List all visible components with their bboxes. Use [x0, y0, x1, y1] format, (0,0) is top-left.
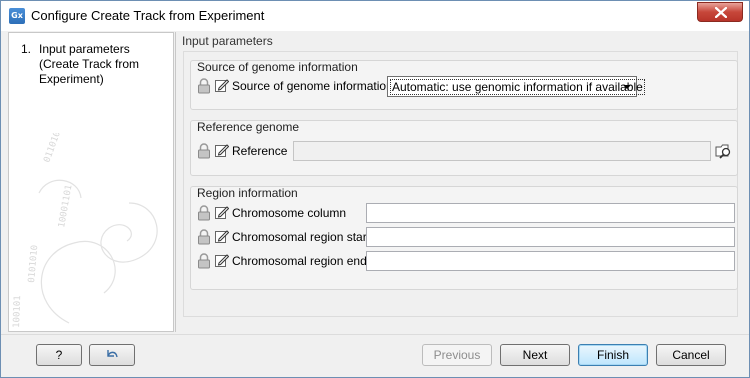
undo-arrow-icon	[107, 350, 118, 358]
app-icon: Gx	[9, 8, 25, 24]
close-button[interactable]	[697, 2, 743, 22]
page-title: Input parameters	[182, 34, 273, 48]
region-start-label: Chromosomal region start	[232, 230, 371, 244]
selected-value: Automatic: use genomic information if av…	[390, 79, 645, 95]
lock-icon[interactable]	[197, 143, 211, 159]
title-bar[interactable]: Gx Configure Create Track from Experimen…	[1, 1, 749, 31]
group-title: Region information	[197, 186, 298, 200]
svg-text:0110100: 0110100	[42, 133, 64, 164]
svg-text:0101010: 0101010	[27, 245, 40, 284]
close-icon	[715, 7, 727, 18]
edit-icon[interactable]	[215, 143, 229, 157]
browse-folder-icon[interactable]	[715, 142, 733, 160]
group-title: Reference genome	[197, 120, 300, 134]
reference-input[interactable]	[293, 141, 711, 161]
finish-button[interactable]: Finish	[578, 344, 648, 366]
step-label: Input parameters (Create Track from Expe…	[39, 42, 140, 86]
next-button[interactable]: Next	[500, 344, 570, 366]
help-button[interactable]: ?	[36, 344, 82, 366]
lock-icon[interactable]	[197, 253, 211, 269]
region-start-input[interactable]	[366, 227, 735, 247]
reference-label: Reference	[232, 144, 288, 158]
svg-text:10001101: 10001101	[57, 184, 74, 228]
previous-button[interactable]: Previous	[422, 344, 492, 366]
chevron-down-icon	[623, 85, 631, 89]
region-end-row: Chromosomal region end	[197, 251, 737, 271]
chromosome-column-input[interactable]	[366, 203, 735, 223]
decorative-spiral-icon: 0110100 10001101 0101010 100101	[12, 133, 158, 328]
dialog-window: Gx Configure Create Track from Experimen…	[0, 0, 750, 378]
wizard-steps-panel: 1. Input parameters (Create Track from E…	[8, 32, 174, 332]
source-of-genome-select[interactable]: Automatic: use genomic information if av…	[387, 76, 645, 97]
source-row: Source of genome information Automatic: …	[197, 76, 737, 97]
chromosome-column-row: Chromosome column	[197, 203, 737, 223]
cancel-button[interactable]: Cancel	[656, 344, 726, 366]
step-number: 1.	[21, 42, 32, 56]
chromosome-column-label: Chromosome column	[232, 206, 347, 220]
source-label: Source of genome information	[232, 79, 393, 93]
lock-icon[interactable]	[197, 229, 211, 245]
lock-icon[interactable]	[197, 205, 211, 221]
lock-icon[interactable]	[197, 78, 211, 94]
dialog-footer: ? Previous Next Finish Cancel	[1, 334, 749, 377]
region-start-row: Chromosomal region start	[197, 227, 737, 247]
region-end-label: Chromosomal region end	[232, 254, 367, 268]
group-title: Source of genome information	[197, 60, 358, 74]
reference-row: Reference	[197, 141, 737, 161]
edit-icon[interactable]	[215, 229, 229, 243]
region-information-group: Region information Chromosome column Chr…	[190, 186, 738, 290]
main-panel: Input parameters Source of genome inform…	[175, 32, 745, 332]
region-end-input[interactable]	[366, 251, 735, 271]
svg-text:100101: 100101	[12, 295, 23, 328]
edit-icon[interactable]	[215, 205, 229, 219]
reset-button[interactable]	[89, 344, 135, 366]
parameters-container: Source of genome information Source of g…	[183, 51, 738, 317]
source-of-genome-group: Source of genome information Source of g…	[190, 60, 738, 110]
edit-icon[interactable]	[215, 78, 229, 92]
edit-icon[interactable]	[215, 253, 229, 267]
reference-genome-group: Reference genome Reference	[190, 120, 738, 176]
window-title: Configure Create Track from Experiment	[31, 8, 265, 23]
